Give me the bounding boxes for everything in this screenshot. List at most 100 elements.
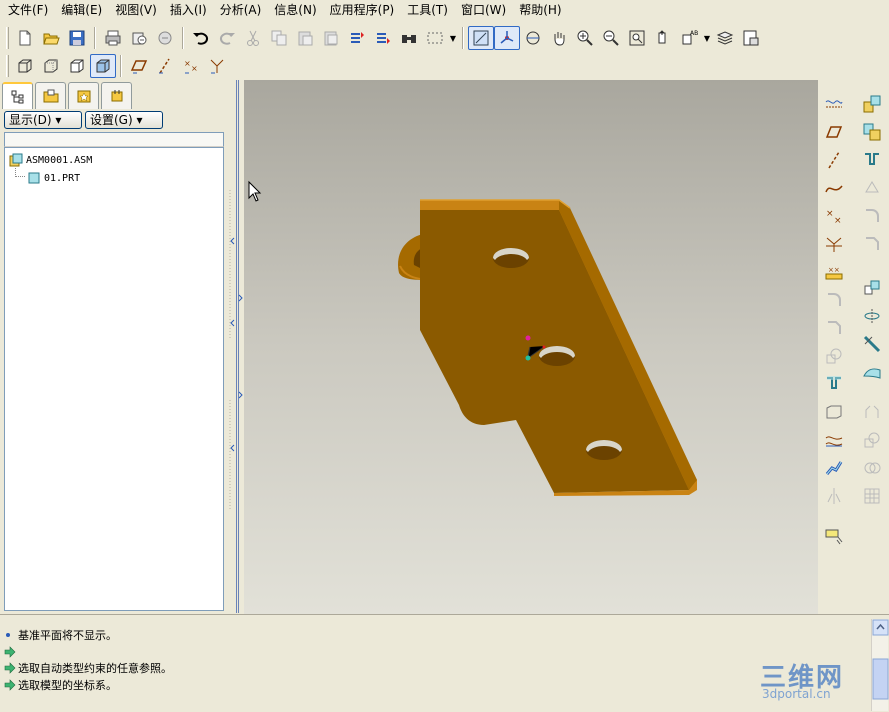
surface-tool-icon[interactable] [859, 360, 885, 384]
cut-component-icon[interactable] [859, 148, 885, 172]
mirror-tool-disabled-icon[interactable] [821, 484, 847, 508]
datum-plane-tool-icon[interactable] [821, 92, 847, 116]
zoom-in-icon[interactable] [572, 26, 598, 50]
orient-mode-icon[interactable] [520, 26, 546, 50]
datum-display-icon[interactable] [468, 26, 494, 50]
model-tree-tab[interactable] [2, 82, 33, 109]
view-manager-icon[interactable] [738, 26, 764, 50]
toolbar-separator [462, 27, 464, 49]
tree-item-assembly[interactable]: ASM0001.ASM [9, 152, 92, 168]
trim-tool-disabled-icon[interactable] [859, 428, 885, 452]
merge-tool-disabled-icon[interactable] [859, 400, 885, 424]
navigator-splitter[interactable] [228, 80, 243, 613]
message-text: 选取模型的坐标系。 [18, 679, 117, 692]
part-icon [28, 172, 40, 184]
toolbar-grip[interactable] [6, 27, 9, 49]
zoom-out-icon[interactable] [598, 26, 624, 50]
create-component-icon[interactable] [859, 120, 885, 144]
warp-tool-icon[interactable] [859, 332, 885, 356]
menu-insert[interactable]: 插入(I) [166, 1, 211, 19]
part-model [248, 180, 697, 496]
menu-applications[interactable]: 应用程序(P) [326, 1, 399, 19]
menu-analysis[interactable]: 分析(A) [216, 1, 266, 19]
chamfer-tool-disabled-icon[interactable] [821, 316, 847, 340]
new-file-icon[interactable] [12, 26, 38, 50]
model-tree-icon [11, 90, 23, 103]
saved-views-icon[interactable]: AB [676, 26, 702, 50]
undo-icon[interactable] [188, 26, 214, 50]
regenerate-icon[interactable] [344, 26, 370, 50]
grid-tool-disabled-icon[interactable] [859, 484, 885, 508]
paste-special-icon[interactable] [318, 26, 344, 50]
pattern-tool-icon[interactable] [859, 276, 885, 300]
saved-views-dropdown-icon[interactable]: ▼ [702, 34, 712, 43]
datum-axes-icon[interactable] [152, 54, 178, 78]
shell-tool-icon[interactable] [821, 400, 847, 424]
tree-column-header[interactable] [4, 132, 224, 147]
print-icon[interactable] [100, 26, 126, 50]
csys-tool-icon[interactable] [821, 232, 847, 256]
layers-icon[interactable] [712, 26, 738, 50]
analysis-tool-icon[interactable]: ×× [821, 260, 847, 284]
hidden-line-icon[interactable] [38, 54, 64, 78]
message-scrollbar[interactable] [871, 619, 889, 711]
display-button[interactable]: 显示(D) ▾ [4, 111, 82, 129]
reorient-icon[interactable] [650, 26, 676, 50]
round-tool-disabled-icon[interactable] [821, 288, 847, 312]
connections-tab[interactable] [101, 82, 132, 109]
blend-tool-icon[interactable] [821, 428, 847, 452]
menu-info[interactable]: 信息(N) [270, 1, 320, 19]
coordinate-systems-icon[interactable] [204, 54, 230, 78]
settings-button[interactable]: 设置(G) ▾ [85, 111, 163, 129]
refit-icon[interactable] [624, 26, 650, 50]
plane-tool-icon[interactable] [821, 120, 847, 144]
spin-center-icon[interactable] [494, 26, 520, 50]
graphics-window[interactable] [244, 80, 818, 614]
shading-icon[interactable] [90, 54, 116, 78]
chamfer-tool-disabled-icon[interactable] [859, 232, 885, 256]
tree-item-part[interactable]: 01.PRT [27, 170, 80, 186]
main-toolbar: ▼ AB ▼ [0, 24, 889, 52]
revolve-tool-icon[interactable] [859, 304, 885, 328]
paste-icon[interactable] [292, 26, 318, 50]
arrow-icon [4, 646, 16, 658]
datum-planes-icon[interactable] [126, 54, 152, 78]
redo-icon[interactable] [214, 26, 240, 50]
find-icon[interactable] [396, 26, 422, 50]
axis-tool-icon[interactable] [821, 148, 847, 172]
toolbar-grip[interactable] [6, 55, 9, 77]
select-dropdown-icon[interactable]: ▼ [448, 34, 458, 43]
select-box-icon[interactable] [422, 26, 448, 50]
sweep-tool-icon[interactable] [821, 456, 847, 480]
menu-view[interactable]: 视图(V) [111, 1, 161, 19]
menu-tools[interactable]: 工具(T) [403, 1, 452, 19]
extrude-tool-icon[interactable] [821, 372, 847, 396]
round-tool-disabled-icon[interactable] [859, 204, 885, 228]
svg-text:×: × [834, 216, 842, 226]
save-icon[interactable] [64, 26, 90, 50]
no-hidden-icon[interactable] [64, 54, 90, 78]
add-component-icon[interactable] [859, 92, 885, 116]
wireframe-icon[interactable] [12, 54, 38, 78]
splitter-arrows-icon [229, 190, 243, 510]
menu-help[interactable]: 帮助(H) [515, 1, 565, 19]
menu-window[interactable]: 窗口(W) [457, 1, 510, 19]
intersect-tool-disabled-icon[interactable] [859, 456, 885, 480]
menu-file[interactable]: 文件(F) [4, 1, 52, 19]
cut-icon[interactable] [240, 26, 266, 50]
curve-tool-icon[interactable] [821, 176, 847, 200]
annotation-tool-icon[interactable] [821, 524, 847, 548]
point-tool-icon[interactable]: × × [821, 204, 847, 228]
send-link-icon[interactable] [152, 26, 178, 50]
menu-edit[interactable]: 编辑(E) [57, 1, 106, 19]
copy-icon[interactable] [266, 26, 292, 50]
open-file-icon[interactable] [38, 26, 64, 50]
regen-manager-icon[interactable] [370, 26, 396, 50]
datum-points-icon[interactable]: × × [178, 54, 204, 78]
hole-tool-disabled-icon[interactable] [859, 176, 885, 200]
pan-hand-icon[interactable] [546, 26, 572, 50]
favorites-tab[interactable] [68, 82, 99, 109]
send-mail-icon[interactable] [126, 26, 152, 50]
folder-browser-tab[interactable] [35, 82, 66, 109]
draft-tool-disabled-icon[interactable] [821, 344, 847, 368]
